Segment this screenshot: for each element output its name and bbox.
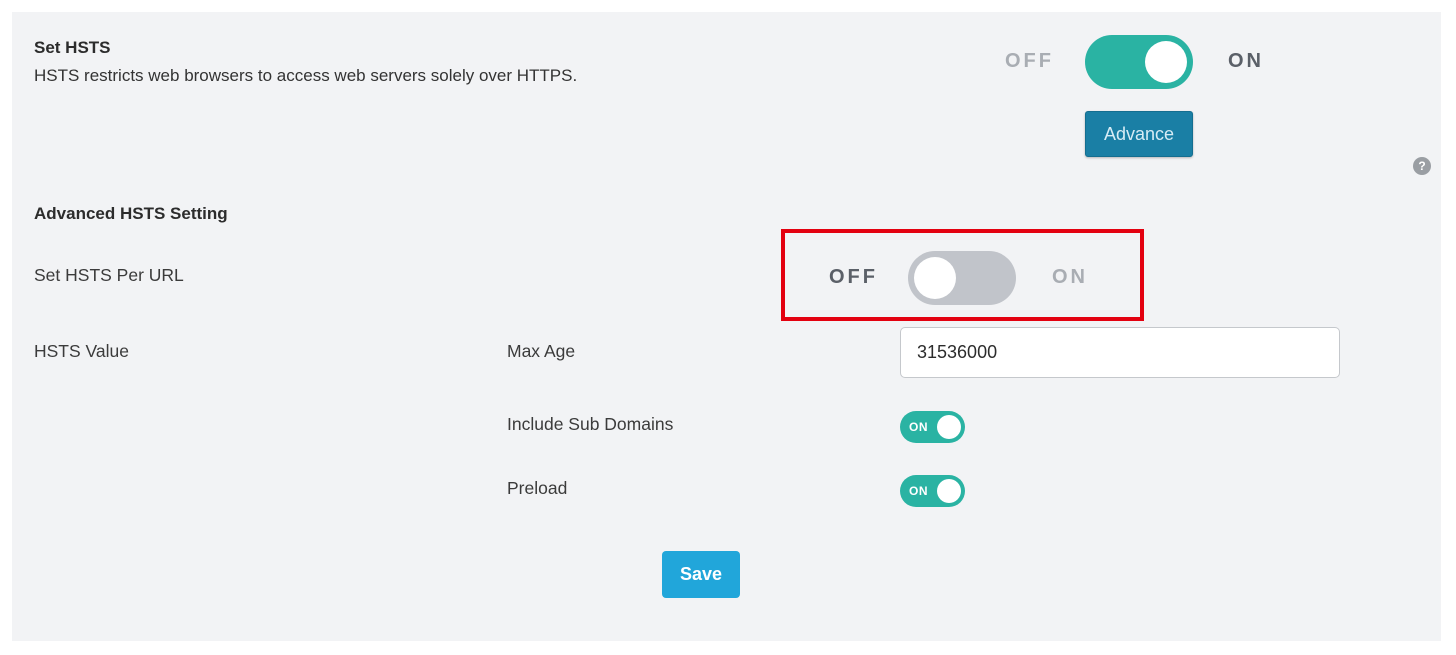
- max-age-label: Max Age: [507, 341, 576, 361]
- hsts-on-label: ON: [1228, 50, 1264, 72]
- preload-label: Preload: [507, 478, 568, 498]
- max-age-input[interactable]: 31536000: [900, 327, 1340, 378]
- include-sub-domains-label: Include Sub Domains: [507, 414, 674, 434]
- hsts-toggle[interactable]: [1085, 35, 1193, 89]
- hsts-off-label: OFF: [1005, 50, 1054, 72]
- set-hsts-title: Set HSTS: [34, 38, 111, 57]
- per-url-label: Set HSTS Per URL: [34, 265, 184, 285]
- preload-toggle[interactable]: ON: [900, 475, 965, 507]
- toggle-knob: [937, 415, 961, 439]
- toggle-knob: [914, 257, 956, 299]
- toggle-text: ON: [909, 484, 928, 498]
- toggle-knob: [937, 479, 961, 503]
- advanced-hsts-title: Advanced HSTS Setting: [34, 204, 228, 223]
- per-url-off-label: OFF: [829, 266, 878, 288]
- advance-button[interactable]: Advance: [1085, 111, 1193, 157]
- hsts-value-label: HSTS Value: [34, 341, 129, 361]
- hsts-panel: [12, 12, 1441, 180]
- per-url-on-label: ON: [1052, 266, 1088, 288]
- help-icon[interactable]: ?: [1413, 157, 1431, 175]
- toggle-text: ON: [909, 420, 928, 434]
- set-hsts-description: HSTS restricts web browsers to access we…: [34, 66, 578, 85]
- save-button[interactable]: Save: [662, 551, 740, 598]
- per-url-toggle[interactable]: [908, 251, 1016, 305]
- include-sub-domains-toggle[interactable]: ON: [900, 411, 965, 443]
- toggle-knob: [1145, 41, 1187, 83]
